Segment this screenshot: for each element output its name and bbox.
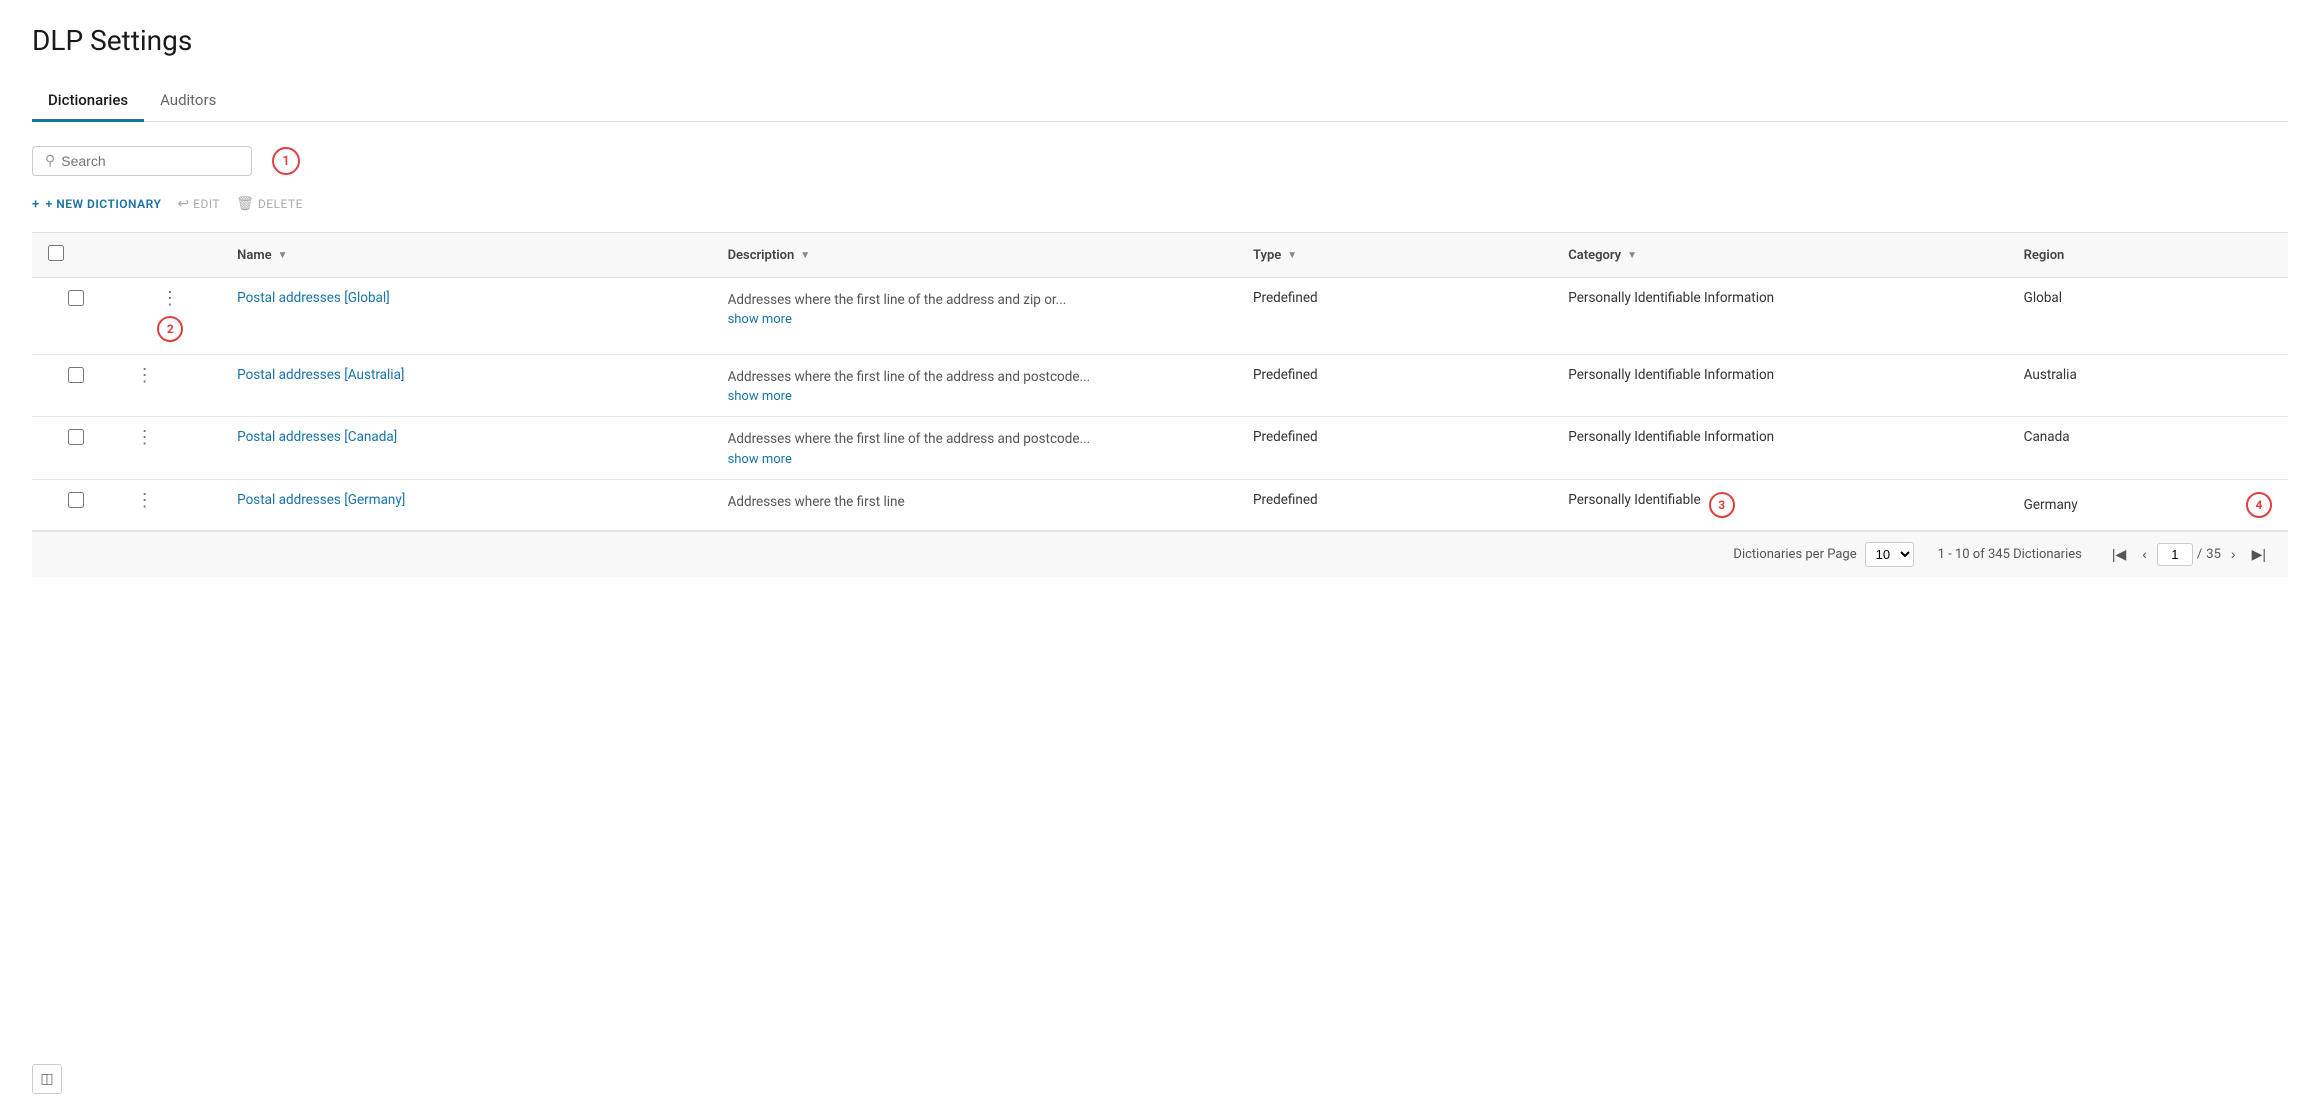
row-4-desc-cell: Addresses where the first line: [712, 479, 1237, 530]
row-3-context-menu[interactable]: ⋮: [136, 429, 206, 447]
row-3-desc-cell: Addresses where the first line of the ad…: [712, 417, 1237, 479]
row-1-show-more[interactable]: show more: [728, 312, 1221, 327]
row-3-dots-cell: ⋮: [120, 417, 222, 479]
trash-icon: 🗑: [236, 196, 254, 212]
row-2-type-cell: Predefined: [1237, 355, 1552, 417]
row-2-context-menu[interactable]: ⋮: [136, 367, 206, 385]
per-page-label: Dictionaries per Page: [1733, 547, 1856, 562]
row-1-name-cell: Postal addresses [Global]: [221, 278, 711, 355]
row-1-checkbox[interactable]: [68, 290, 84, 306]
col-header-name: Name ▼: [221, 233, 711, 278]
row-1-check-cell: [32, 278, 120, 355]
row-4-region-cell: Germany 4: [2008, 479, 2288, 530]
new-dictionary-button[interactable]: + + NEW DICTIONARY: [32, 197, 161, 212]
row-2-name-link[interactable]: Postal addresses [Australia]: [237, 367, 404, 383]
type-sort-icon[interactable]: ▼: [1287, 250, 1297, 261]
row-2-region-cell: Australia: [2008, 355, 2288, 417]
row-2-checkbox[interactable]: [68, 367, 84, 383]
col-header-category: Category ▼: [1552, 233, 2007, 278]
table-row: ⋮ 2 Postal addresses [Global] Addresses …: [32, 278, 2288, 355]
col-header-region: Region: [2008, 233, 2288, 278]
search-box: ⚲: [32, 146, 252, 176]
row-3-region-cell: Canada: [2008, 417, 2288, 479]
table-row: ⋮ Postal addresses [Australia] Addresses…: [32, 355, 2288, 417]
row-4-check-cell: [32, 479, 120, 530]
step-badge-4: 4: [2246, 492, 2272, 518]
col-header-type: Type ▼: [1237, 233, 1552, 278]
tabs-bar: Dictionaries Auditors: [32, 81, 2288, 122]
row-2-name-cell: Postal addresses [Australia]: [221, 355, 711, 417]
row-1-dots-cell: ⋮ 2: [120, 278, 222, 355]
step-badge-2: 2: [157, 316, 183, 342]
table-row: ⋮ Postal addresses [Germany] Addresses w…: [32, 479, 2288, 530]
data-table: Name ▼ Description ▼ Type ▼: [32, 232, 2288, 531]
row-1-type-cell: Predefined: [1237, 278, 1552, 355]
current-page-input[interactable]: [2157, 543, 2193, 566]
edit-button[interactable]: ↩ EDIT: [177, 196, 220, 212]
search-toolbar: ⚲ 1: [32, 146, 2288, 176]
select-all-checkbox[interactable]: [48, 245, 64, 261]
step-badge-1: 1: [272, 147, 300, 175]
row-3-type-cell: Predefined: [1237, 417, 1552, 479]
page-container: DLP Settings Dictionaries Auditors ⚲ 1 +…: [0, 0, 2320, 1106]
page-separator: /: [2197, 547, 2202, 562]
col-header-dots: [120, 233, 222, 278]
row-1-name-link[interactable]: Postal addresses [Global]: [237, 290, 390, 306]
per-page-controls: Dictionaries per Page 10 25 50: [1733, 542, 1913, 567]
page-title: DLP Settings: [32, 24, 2288, 57]
action-buttons: + + NEW DICTIONARY ↩ EDIT 🗑 DELETE: [32, 196, 2288, 212]
row-1-category-cell: Personally Identifiable Information: [1552, 278, 2007, 355]
row-2-category-cell: Personally Identifiable Information: [1552, 355, 2007, 417]
per-page-select[interactable]: 10 25 50: [1865, 542, 1914, 567]
tab-auditors[interactable]: Auditors: [144, 81, 232, 122]
table-row: ⋮ Postal addresses [Canada] Addresses wh…: [32, 417, 2288, 479]
delete-button[interactable]: 🗑 DELETE: [236, 196, 303, 212]
row-3-checkbox[interactable]: [68, 429, 84, 445]
row-4-name-cell: Postal addresses [Germany]: [221, 479, 711, 530]
sidebar-toggle-icon[interactable]: ◫: [32, 1064, 62, 1094]
category-sort-icon[interactable]: ▼: [1627, 250, 1637, 261]
total-pages: 35: [2206, 547, 2221, 562]
row-4-checkbox[interactable]: [68, 492, 84, 508]
col-header-description: Description ▼: [712, 233, 1237, 278]
prev-page-button[interactable]: ‹: [2136, 542, 2153, 566]
row-1-region-cell: Global: [2008, 278, 2288, 355]
row-4-dots-cell: ⋮: [120, 479, 222, 530]
col-header-check: [32, 233, 120, 278]
row-2-show-more[interactable]: show more: [728, 389, 1221, 404]
next-page-button[interactable]: ›: [2225, 542, 2242, 566]
step-badge-3: 3: [1709, 492, 1735, 518]
tab-dictionaries[interactable]: Dictionaries: [32, 81, 144, 122]
last-page-button[interactable]: ▶|: [2246, 542, 2272, 567]
row-2-dots-cell: ⋮: [120, 355, 222, 417]
pagination-controls: |◀ ‹ / 35 › ▶|: [2106, 542, 2272, 567]
row-3-name-link[interactable]: Postal addresses [Canada]: [237, 429, 397, 445]
plus-icon: +: [32, 197, 40, 212]
row-4-name-link[interactable]: Postal addresses [Germany]: [237, 492, 405, 508]
row-1-desc-cell: Addresses where the first line of the ad…: [712, 278, 1237, 355]
row-2-desc-cell: Addresses where the first line of the ad…: [712, 355, 1237, 417]
search-icon: ⚲: [45, 153, 55, 169]
row-2-check-cell: [32, 355, 120, 417]
search-input[interactable]: [61, 153, 239, 169]
desc-sort-icon[interactable]: ▼: [800, 250, 810, 261]
row-3-category-cell: Personally Identifiable Information: [1552, 417, 2007, 479]
row-1-context-menu[interactable]: ⋮: [161, 290, 180, 308]
name-sort-icon[interactable]: ▼: [278, 250, 288, 261]
table-footer: ◫ Dictionaries per Page 10 25 50 1 - 10 …: [32, 531, 2288, 577]
row-4-category-cell: Personally Identifiable 3: [1552, 479, 2007, 530]
first-page-button[interactable]: |◀: [2106, 542, 2132, 567]
row-3-show-more[interactable]: show more: [728, 452, 1221, 467]
row-3-check-cell: [32, 417, 120, 479]
undo-icon: ↩: [177, 196, 189, 212]
row-3-name-cell: Postal addresses [Canada]: [221, 417, 711, 479]
row-4-context-menu[interactable]: ⋮: [136, 492, 206, 510]
row-4-type-cell: Predefined: [1237, 479, 1552, 530]
pagination-info: 1 - 10 of 345 Dictionaries: [1938, 547, 2082, 562]
